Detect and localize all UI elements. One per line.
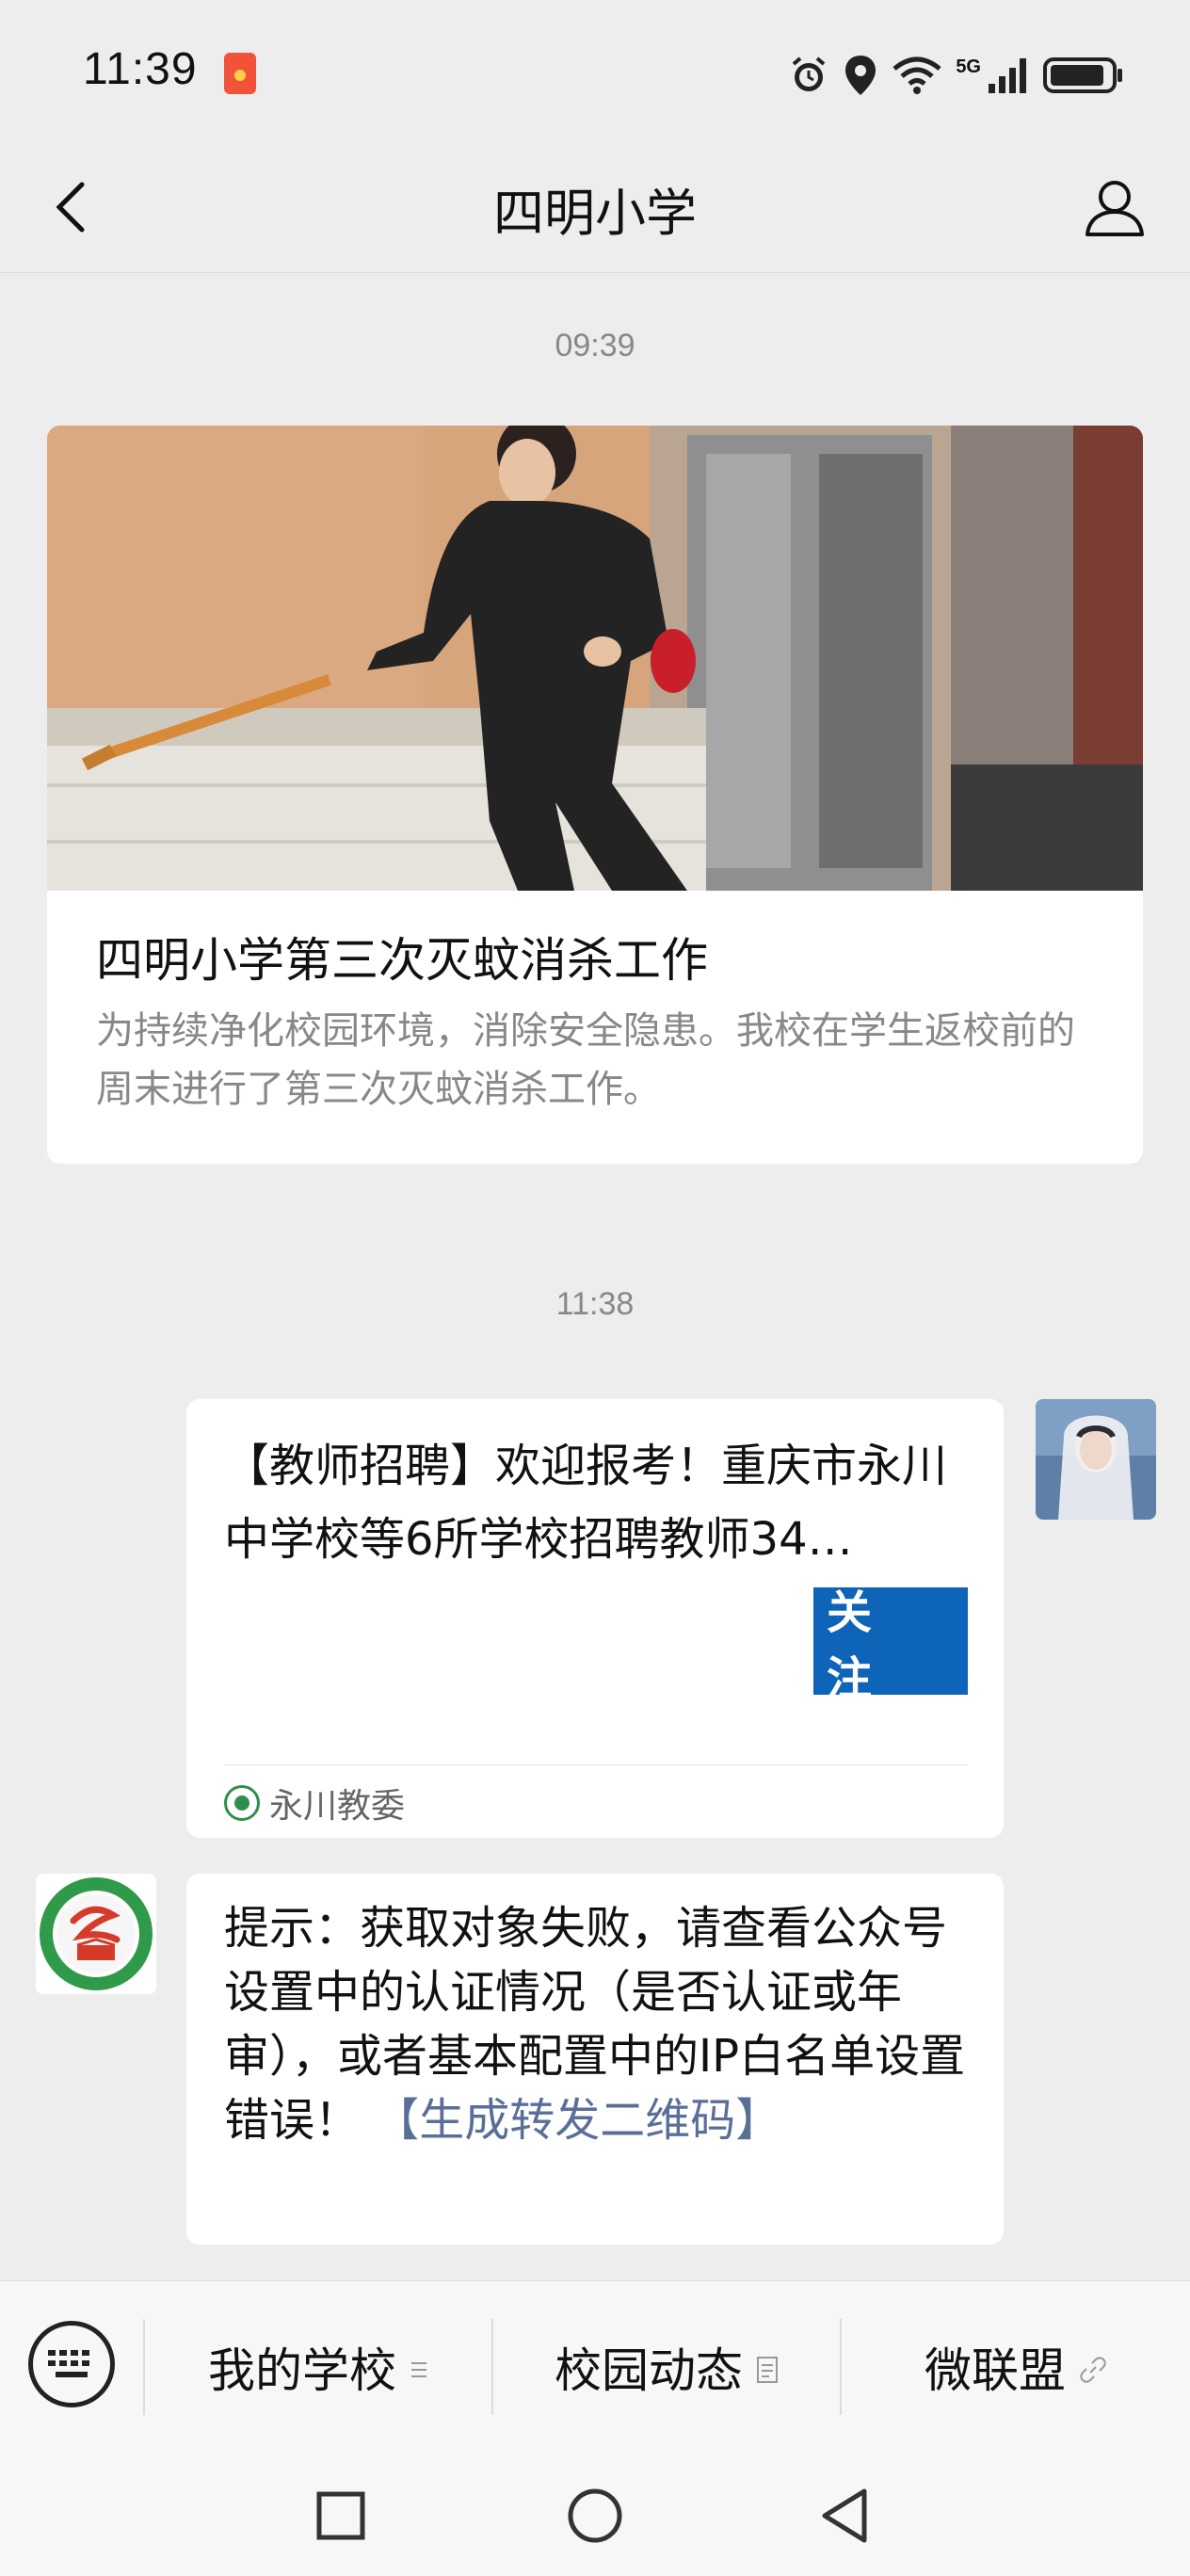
article-cover-image — [47, 426, 1143, 891]
red-packet-notification-icon — [224, 53, 256, 94]
recent-apps-button[interactable] — [311, 2486, 371, 2546]
avatar-photo — [1036, 1399, 1156, 1520]
triangle-back-icon — [822, 2488, 867, 2543]
menu-item-label: 校园动态 — [555, 2343, 743, 2398]
wifi-icon — [892, 56, 941, 94]
status-icons: 5G — [788, 47, 1124, 104]
generate-qr-link[interactable]: 【生成转发二维码】 — [374, 2094, 780, 2147]
recruitment-card[interactable]: 【教师招聘】欢迎报考！重庆市永川中学校等6所学校招聘教师34… 关 注 永川教委 — [186, 1399, 1004, 1838]
follow-button[interactable]: 关 注 — [813, 1586, 968, 1705]
menu-item-label: 微联盟 — [925, 2343, 1066, 2398]
page-title: 四明小学 — [493, 184, 697, 243]
menu-item-label: 我的学校 — [208, 2343, 396, 2398]
article-title: 四明小学第三次灭蚊消杀工作 — [96, 933, 708, 988]
status-time: 11:39 — [83, 44, 198, 94]
menu-item-campus-news[interactable]: 校园动态 — [493, 2281, 840, 2453]
article-card[interactable]: 四明小学第三次灭蚊消杀工作 为持续净化校园环境，消除安全隐患。我校在学生返校前的… — [47, 426, 1143, 1164]
home-button[interactable] — [565, 2486, 625, 2546]
alarm-icon — [793, 56, 826, 91]
signal-icon — [989, 58, 1026, 93]
hint-bubble: 提示：获取对象失败，请查看公众号设置中的认证情况（是否认证或年审），或者基本配置… — [186, 1874, 1004, 2245]
menu-item-micro-alliance[interactable]: 微联盟 — [842, 2281, 1190, 2453]
school-logo-icon — [36, 1874, 156, 1994]
message-timestamp: 09:39 — [555, 328, 635, 363]
school-avatar[interactable] — [36, 1874, 156, 1994]
article-photo — [47, 426, 1143, 891]
sender-avatar[interactable] — [1036, 1399, 1156, 1520]
network-label: 5G — [956, 56, 981, 77]
article-description: 为持续净化校园环境，消除安全隐患。我校在学生返校前的周末进行了第三次灭蚊消杀工作… — [96, 1009, 1075, 1111]
message-timestamp: 11:38 — [555, 1286, 635, 1322]
battery-icon — [1043, 57, 1122, 93]
user-icon — [1085, 181, 1144, 236]
square-icon — [316, 2491, 365, 2540]
official-account-logo-icon — [224, 1785, 260, 1821]
profile-button[interactable] — [1077, 169, 1152, 245]
list-lines-icon — [411, 2362, 426, 2377]
nav-bar: 四明小学 — [0, 141, 1190, 273]
keyboard-icon — [48, 2350, 89, 2377]
link-icon — [1080, 2357, 1106, 2383]
location-icon — [845, 56, 876, 95]
system-nav-bar — [0, 2452, 1190, 2576]
bottom-menu: 我的学校 校园动态 微联盟 — [0, 2280, 1190, 2452]
circle-icon — [568, 2488, 622, 2543]
source-name: 永川教委 — [269, 1787, 406, 1826]
document-icon — [757, 2357, 778, 2383]
menu-item-my-school[interactable]: 我的学校 — [145, 2281, 491, 2453]
back-nav-button[interactable] — [815, 2486, 876, 2546]
recruitment-text: 【教师招聘】欢迎报考！重庆市永川中学校等6所学校招聘教师34… — [224, 1440, 948, 1566]
card-divider — [224, 1764, 968, 1765]
card-source: 永川教委 — [224, 1779, 405, 1827]
status-bar: 11:39 5G — [0, 0, 1190, 141]
keyboard-toggle-button[interactable] — [28, 2321, 115, 2407]
